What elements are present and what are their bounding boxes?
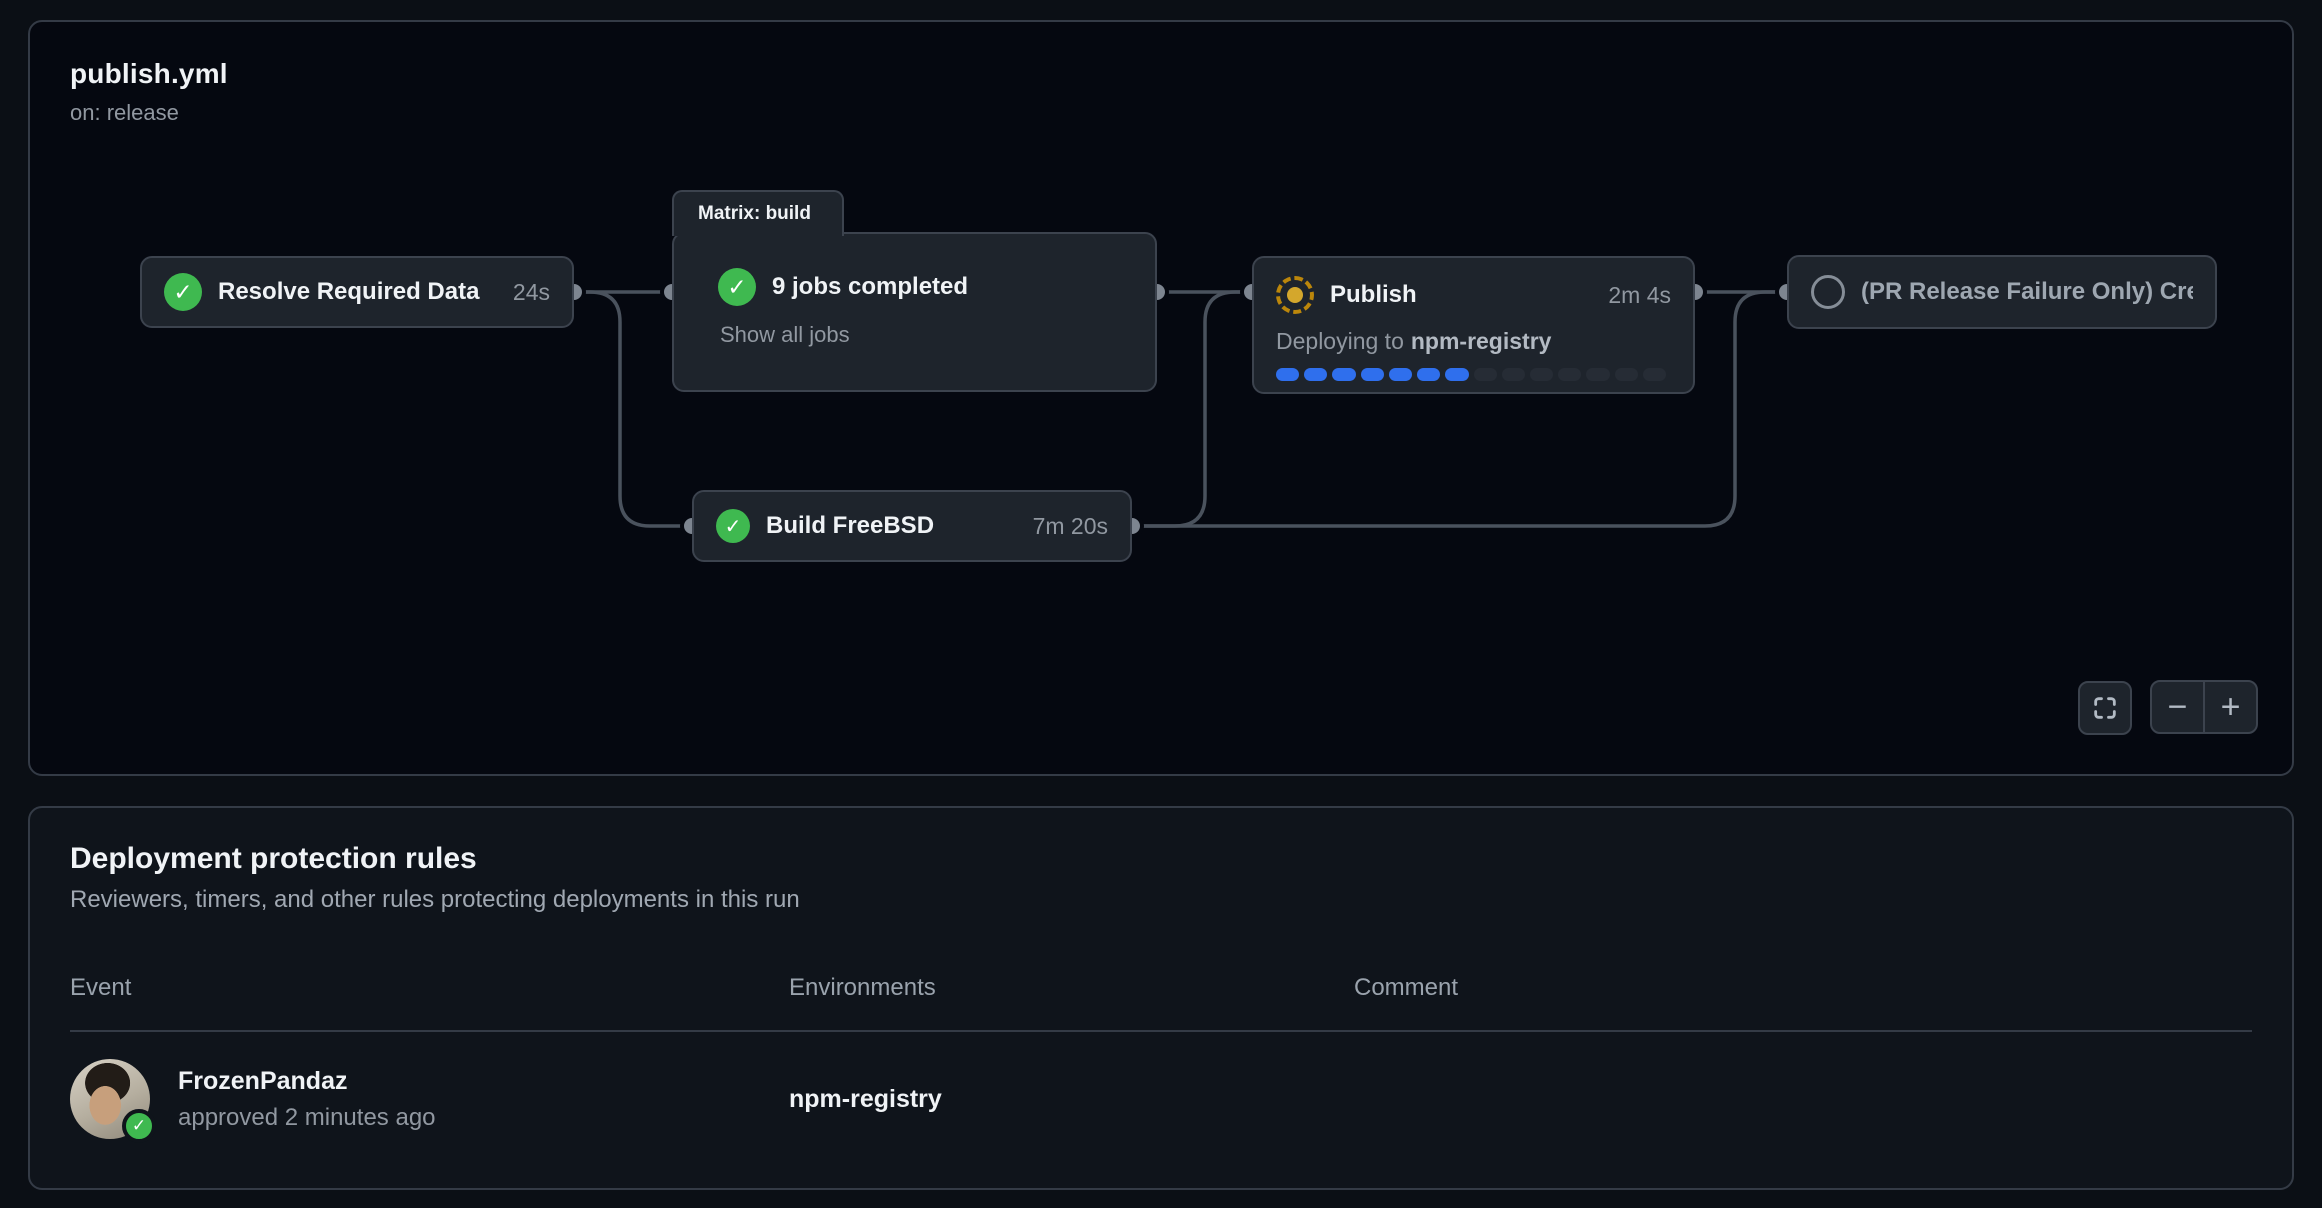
- deploy-environment: npm-registry: [1411, 328, 1552, 354]
- protection-rules-table: Event Environments Comment ✓ FrozenPanda…: [70, 914, 2252, 1188]
- show-all-jobs-link[interactable]: Show all jobs: [720, 322, 850, 348]
- event-cell: ✓ FrozenPandaz approved 2 minutes ago: [70, 1059, 789, 1139]
- job-node-publish[interactable]: Publish 2m 4s Deploying to npm-registry: [1252, 256, 1695, 394]
- progress-segment: [1361, 368, 1384, 381]
- job-label: (PR Release Failure Only) Cre...: [1861, 278, 2193, 306]
- section-title: Deployment protection rules: [70, 842, 2252, 876]
- job-node-pr-release-failure[interactable]: (PR Release Failure Only) Cre...: [1787, 255, 2217, 329]
- job-node-resolve-required-data[interactable]: ✓ Resolve Required Data 24s: [140, 256, 574, 328]
- deploy-prefix: Deploying to: [1276, 328, 1404, 354]
- progress-segment: [1389, 368, 1412, 381]
- section-subtitle: Reviewers, timers, and other rules prote…: [70, 886, 2252, 914]
- approval-status-text: approved 2 minutes ago: [178, 1104, 436, 1132]
- job-duration: 24s: [495, 279, 550, 306]
- reviewer-username[interactable]: FrozenPandaz: [178, 1067, 436, 1096]
- approved-badge-icon: ✓: [122, 1109, 156, 1143]
- workflow-trigger: on: release: [70, 100, 228, 126]
- job-node-build-freebsd[interactable]: ✓ Build FreeBSD 7m 20s: [692, 490, 1132, 562]
- table-header-row: Event Environments Comment: [70, 914, 2252, 1032]
- workflow-file-name: publish.yml: [70, 58, 228, 90]
- deployment-protection-rules-panel: Deployment protection rules Reviewers, t…: [28, 806, 2294, 1190]
- table-row: ✓ FrozenPandaz approved 2 minutes ago np…: [70, 1032, 2252, 1166]
- zoom-out-button[interactable]: −: [2152, 682, 2203, 732]
- progress-segment: [1615, 368, 1638, 381]
- group-summary: 9 jobs completed: [772, 273, 968, 301]
- progress-segment: [1332, 368, 1355, 381]
- progress-segment: [1643, 368, 1666, 381]
- queued-circle-icon: [1811, 275, 1845, 309]
- job-label: Publish: [1330, 281, 1417, 309]
- column-header-environments: Environments: [789, 974, 1354, 1002]
- job-duration: 7m 20s: [1015, 513, 1108, 540]
- job-label: Build FreeBSD: [766, 512, 934, 540]
- avatar[interactable]: ✓: [70, 1059, 150, 1139]
- environment-cell: npm-registry: [789, 1085, 1354, 1114]
- deploy-status-text: Deploying to npm-registry: [1276, 328, 1671, 355]
- column-header-event: Event: [70, 974, 789, 1002]
- deploy-progress-bar: [1276, 368, 1666, 381]
- in-progress-icon: [1276, 276, 1314, 314]
- column-header-comment: Comment: [1354, 974, 2252, 1002]
- zoom-controls: − +: [2150, 680, 2258, 734]
- progress-segment: [1530, 368, 1553, 381]
- check-circle-icon: ✓: [164, 273, 202, 311]
- progress-segment: [1558, 368, 1581, 381]
- fit-view-button[interactable]: [2078, 681, 2132, 735]
- check-circle-icon: ✓: [718, 268, 756, 306]
- progress-segment: [1276, 368, 1299, 381]
- workflow-graph-panel: publish.yml on: release ✓ Resolve Requir…: [28, 20, 2294, 776]
- workflow-run-page: publish.yml on: release ✓ Resolve Requir…: [0, 0, 2322, 1208]
- job-group-matrix-build[interactable]: ✓ 9 jobs completed Show all jobs: [672, 232, 1157, 392]
- fit-view-icon: [2091, 694, 2119, 722]
- job-label: Resolve Required Data: [218, 278, 479, 306]
- job-duration: 2m 4s: [1590, 282, 1671, 309]
- progress-segment: [1586, 368, 1609, 381]
- zoom-in-button[interactable]: +: [2205, 682, 2256, 732]
- check-circle-icon: ✓: [716, 509, 750, 543]
- progress-segment: [1445, 368, 1468, 381]
- workflow-header: publish.yml on: release: [70, 58, 228, 126]
- graph-edges: [30, 22, 2292, 774]
- progress-segment: [1474, 368, 1497, 381]
- matrix-group-tab: Matrix: build: [672, 190, 844, 236]
- progress-segment: [1417, 368, 1440, 381]
- progress-segment: [1304, 368, 1327, 381]
- matrix-group-label: Matrix: build: [698, 203, 811, 225]
- progress-segment: [1502, 368, 1525, 381]
